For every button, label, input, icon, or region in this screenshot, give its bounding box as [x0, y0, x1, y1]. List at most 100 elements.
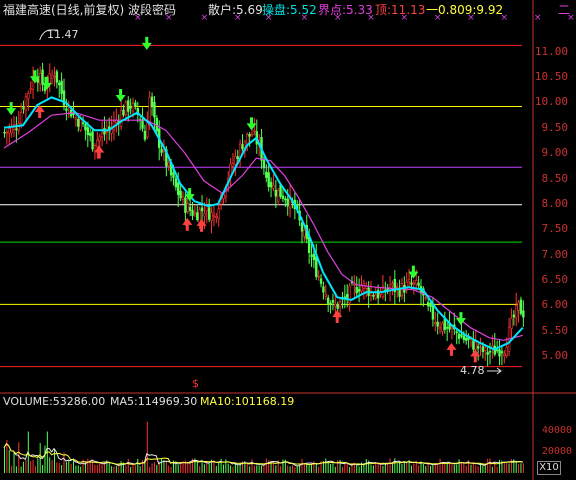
y-tick-label: 8.00 — [541, 197, 569, 210]
candle-up — [503, 353, 506, 357]
candle-up — [238, 143, 242, 158]
candle-down — [200, 207, 204, 212]
candle-down — [284, 198, 287, 201]
candle-up — [53, 75, 56, 78]
chart-title: 福建高速(日线,前复权) 波段密码 — [3, 3, 176, 17]
candle-up — [5, 131, 9, 134]
candle-down — [172, 172, 175, 178]
candle-down — [326, 297, 330, 304]
candle-up — [210, 212, 213, 221]
candle-up — [24, 96, 28, 112]
candle-up — [434, 322, 437, 325]
candle-down — [141, 119, 144, 129]
candle-down — [431, 305, 435, 320]
level-lines — [0, 44, 522, 368]
candle-up — [8, 128, 11, 134]
candle-down — [481, 346, 485, 352]
candle-up — [186, 203, 189, 212]
candle-down — [445, 327, 449, 329]
candle-down — [417, 282, 420, 286]
candle-down — [184, 197, 187, 213]
candle-down — [84, 124, 87, 131]
candle-down — [86, 127, 90, 136]
moving-averages — [3, 96, 524, 351]
candle-down — [267, 172, 270, 187]
candle-up — [48, 73, 51, 84]
candle-down — [500, 351, 504, 354]
candle-up — [79, 118, 82, 131]
candle-down — [426, 302, 430, 307]
y-tick-label: 11.00 — [534, 45, 568, 58]
candle-up — [234, 156, 237, 165]
candle-up — [98, 136, 101, 142]
candle-up — [505, 346, 508, 356]
candle-down — [174, 178, 178, 188]
y-tick-label: 7.00 — [541, 248, 569, 261]
candle-down — [312, 253, 316, 260]
candle-up — [338, 301, 342, 308]
candle-up — [17, 123, 20, 131]
high-price-label: 11.47 — [47, 28, 79, 41]
candle-down — [236, 156, 239, 159]
y-tick-label: 7.50 — [541, 222, 569, 235]
candle-up — [517, 302, 520, 311]
candle-up — [38, 72, 42, 85]
candle-up — [424, 297, 427, 299]
chevron-icon[interactable]: 二 — [558, 3, 570, 17]
candle-up — [96, 139, 99, 148]
candle-down — [329, 302, 332, 306]
candle-down — [519, 299, 523, 314]
candle-up — [181, 196, 185, 200]
candle-down — [488, 350, 492, 353]
down-arrow-icon — [115, 88, 126, 102]
candle-up — [100, 132, 104, 138]
candle-up — [193, 212, 197, 215]
candle-up — [412, 282, 416, 285]
candle-up — [19, 112, 23, 124]
volume-ma5-line — [3, 443, 523, 467]
candle-up — [50, 74, 54, 79]
candle-up — [324, 294, 327, 297]
candle-down — [274, 189, 278, 197]
candle-down — [22, 107, 25, 110]
candle-down — [248, 133, 251, 137]
candle-down — [281, 195, 285, 200]
ma-long-line — [3, 111, 523, 341]
candle-up — [395, 286, 399, 288]
candle-down — [522, 310, 525, 318]
candle-down — [143, 130, 147, 140]
candle-down — [455, 331, 458, 334]
candle-up — [407, 279, 411, 283]
volume-tick-label: 40000 — [541, 425, 572, 436]
y-tick-label: 10.50 — [534, 70, 568, 83]
candle-down — [476, 346, 480, 349]
candle-down — [357, 289, 361, 292]
candle-down — [457, 333, 461, 339]
retail-value: 散户:5.69 — [208, 3, 263, 17]
candle-down — [3, 131, 6, 134]
candle-up — [415, 280, 418, 285]
candle-down — [322, 286, 325, 293]
candle-down — [265, 171, 268, 178]
x10-toggle-button[interactable]: X10 — [537, 461, 561, 475]
volume-value: VOLUME:53286.00 — [3, 395, 106, 408]
trader-value: 操盘:5.52 — [262, 3, 317, 17]
candle-up — [272, 185, 275, 189]
candle-down — [127, 100, 130, 112]
candle-down — [122, 109, 125, 116]
candle-down — [472, 340, 475, 350]
candle-down — [134, 102, 137, 107]
candle-down — [372, 294, 375, 297]
candle-down — [346, 294, 349, 298]
chart-window: ×××××××××××××××× 福建高速(日线,前复权) 波段密码 散户:5.… — [0, 0, 576, 480]
candle-up — [474, 341, 477, 350]
volume-tick-label: 20000 — [541, 446, 572, 457]
candle-up — [74, 117, 78, 120]
candle-up — [450, 326, 454, 329]
candle-down — [410, 282, 413, 285]
candle-down — [55, 71, 59, 83]
candle-up — [124, 102, 128, 116]
candle-down — [429, 302, 432, 308]
chart-canvas[interactable]: ×××××××××××××××× — [0, 0, 576, 480]
candle-down — [188, 206, 192, 211]
